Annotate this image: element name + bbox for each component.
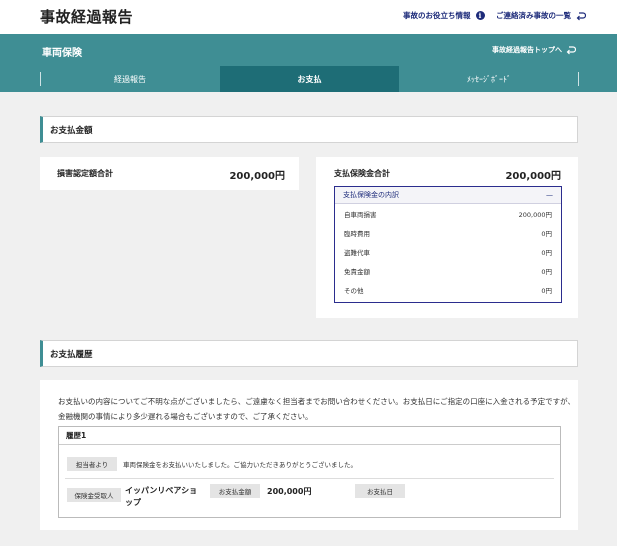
- breakdown-row-value: 0円: [541, 267, 552, 276]
- return-arrow-icon: [576, 11, 586, 20]
- back-to-top-label: 事故経過報告トップへ: [492, 46, 562, 54]
- breakdown-row-value: 0円: [541, 229, 552, 238]
- page-title: 事故経過報告: [40, 8, 134, 26]
- insurance-total-value: 200,000円: [505, 171, 561, 182]
- payment-amount-tag: お支払金額: [210, 484, 260, 498]
- breakdown-row-label: 臨時費用: [344, 229, 370, 238]
- entry-divider: [65, 478, 554, 479]
- tab-label: 経過報告: [114, 74, 146, 84]
- breakdown-row: 盗難代車 0円: [335, 242, 561, 261]
- info-icon: i: [475, 11, 485, 20]
- history-entry-title: 履歴1: [59, 427, 560, 445]
- reported-accidents-link[interactable]: ご連絡済み事故の一覧: [496, 10, 586, 21]
- breakdown-row: 免責金額 0円: [335, 261, 561, 280]
- payment-history-heading: お支払履歴: [40, 340, 578, 367]
- staff-message: 車両保険金をお支払いいたしました。ご協力いただきありがとうございました。: [123, 461, 357, 469]
- payment-amount-value: 200,000円: [267, 487, 312, 496]
- breakdown-title: 支払保険金の内訳: [343, 191, 399, 199]
- insurance-total-label: 支払保険金合計: [334, 169, 390, 178]
- tab-message-board[interactable]: ﾒｯｾｰｼﾞﾎﾞｰﾄﾞ: [399, 66, 579, 92]
- damage-total-value: 200,000円: [229, 171, 285, 182]
- tab-progress-report[interactable]: 経過報告: [40, 66, 220, 92]
- history-entry: 履歴1 担当者より 車両保険金をお支払いいたしました。ご協力いただきありがとうご…: [58, 426, 561, 518]
- breakdown-row: 自車両損害 200,000円: [335, 204, 561, 223]
- history-notice: お支払いの内容についてご不明な点がございましたら、ご遠慮なく担当者までお問い合わ…: [58, 397, 575, 421]
- tab-payment[interactable]: お支払: [220, 66, 399, 92]
- breakdown-row: 臨時費用 0円: [335, 223, 561, 242]
- breakdown-row: その他 0円: [335, 280, 561, 299]
- return-arrow-icon: [566, 46, 576, 55]
- accident-info-link[interactable]: 事故のお役立ち情報 i: [403, 10, 485, 21]
- damage-total-label: 損害認定額合計: [57, 169, 113, 178]
- breakdown-row-label: 免責金額: [344, 267, 370, 276]
- payment-amount-heading: お支払金額: [40, 116, 578, 143]
- accident-info-link-label: 事故のお役立ち情報: [403, 11, 471, 20]
- from-staff-tag: 担当者より: [67, 457, 117, 471]
- collapse-icon[interactable]: —: [546, 191, 553, 199]
- breakdown-row-label: その他: [344, 286, 364, 295]
- tab-separator: [578, 72, 579, 86]
- tab-label: ﾒｯｾｰｼﾞﾎﾞｰﾄﾞ: [467, 74, 511, 84]
- payment-breakdown-panel: 支払保険金の内訳 — 自車両損害 200,000円 臨時費用 0円 盗難代車 0…: [334, 186, 562, 303]
- top-header: 事故経過報告 事故のお役立ち情報 i ご連絡済み事故の一覧: [0, 0, 617, 34]
- breakdown-row-value: 200,000円: [518, 210, 552, 219]
- breakdown-row-value: 0円: [541, 286, 552, 295]
- payment-date-tag: お支払日: [355, 484, 405, 498]
- damage-total-card: 損害認定額合計 200,000円: [40, 157, 299, 190]
- tab-label: お支払: [297, 74, 322, 84]
- tab-bar: 経過報告 お支払 ﾒｯｾｰｼﾞﾎﾞｰﾄﾞ: [0, 66, 617, 92]
- breakdown-row-label: 自車両損害: [344, 210, 377, 219]
- breakdown-row-value: 0円: [541, 248, 552, 257]
- back-to-top-link[interactable]: 事故経過報告トップへ: [492, 45, 576, 55]
- breakdown-row-label: 盗難代車: [344, 248, 370, 257]
- insurance-type-title: 車両保険: [42, 48, 82, 59]
- recipient-tag: 保険金受取人: [67, 488, 121, 502]
- breakdown-header[interactable]: 支払保険金の内訳 —: [335, 187, 561, 204]
- recipient-value: イッパンリペアショップ: [125, 486, 198, 507]
- reported-accidents-link-label: ご連絡済み事故の一覧: [496, 11, 571, 20]
